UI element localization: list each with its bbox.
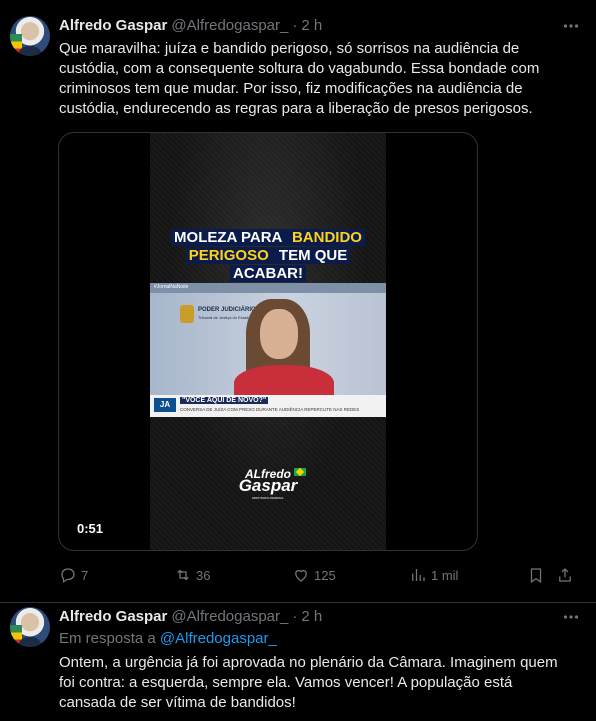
author-handle[interactable]: @Alfredogaspar_	[171, 17, 288, 34]
clip-top-bar: #JornalNaNoite	[150, 283, 386, 293]
reply-handle-link[interactable]: @Alfredogaspar_	[160, 630, 277, 647]
like-count: 125	[314, 567, 336, 583]
headline-part: BANDIDO	[288, 229, 365, 246]
like-button[interactable]: 125	[292, 564, 336, 586]
brand-line2: Gaspar	[238, 476, 298, 495]
headline-part: MOLEZA PARA	[171, 229, 289, 246]
tweet[interactable]: Alfredo Gaspar @Alfredogaspar_ · 2 h Em …	[0, 603, 596, 721]
brand-logo: ALfredo Gaspar DEPUTADO FEDERAL	[228, 468, 308, 500]
clip-tag: #JornalNaNoite	[154, 284, 189, 290]
avatar-suit	[19, 46, 41, 56]
timestamp[interactable]: 2 h	[301, 17, 322, 34]
reply-count: 7	[81, 567, 89, 583]
views-count: 1 mil	[431, 567, 459, 583]
more-options-icon[interactable]	[562, 17, 580, 35]
timestamp[interactable]: 2 h	[301, 608, 322, 625]
avatar[interactable]	[10, 607, 50, 647]
court-seal-icon	[180, 305, 194, 323]
retweet-count: 36	[196, 567, 211, 583]
retweet-button[interactable]: 36	[174, 564, 210, 586]
views-icon	[412, 569, 425, 581]
author-name[interactable]: Alfredo Gaspar	[59, 17, 167, 34]
tweet[interactable]: Alfredo Gaspar @Alfredogaspar_ · 2 h Que…	[0, 0, 596, 603]
headline-part: PERIGOSO	[185, 247, 272, 264]
clip-caption: "VOCÊ AQUI DE NOVO?"	[180, 397, 269, 404]
reply-icon	[61, 568, 75, 583]
separator-dot: ·	[292, 16, 298, 34]
more-options-icon[interactable]	[562, 608, 580, 626]
share-icon	[559, 568, 571, 582]
reply-button[interactable]: 7	[59, 564, 88, 586]
heart-icon	[295, 569, 307, 582]
tweet-text: Ontem, a urgência já foi aprovada no ple…	[59, 654, 558, 711]
author-name[interactable]: Alfredo Gaspar	[59, 608, 167, 625]
video-frame[interactable]: MOLEZA PARA BANDIDO PERIGOSO TEM QUE ACA…	[150, 133, 386, 550]
retweet-icon	[177, 569, 189, 581]
tweet-header: Alfredo Gaspar @Alfredogaspar_ · 2 h	[59, 15, 322, 35]
judge-figure	[234, 299, 334, 405]
avatar-suit	[19, 637, 41, 647]
headline-part: TEM QUE	[271, 247, 351, 264]
video-headline: MOLEZA PARA BANDIDO PERIGOSO TEM QUE ACA…	[150, 229, 386, 283]
avatar[interactable]	[10, 16, 50, 56]
news-clip: #JornalNaNoite PODER JUDICIÁRIO Tribunal…	[150, 283, 386, 417]
reply-prefix: Em resposta a	[59, 630, 156, 647]
share-button[interactable]	[556, 564, 574, 586]
author-handle[interactable]: @Alfredogaspar_	[171, 608, 288, 625]
video-player[interactable]: MOLEZA PARA BANDIDO PERIGOSO TEM QUE ACA…	[58, 132, 478, 551]
clip-lower-third: JA "VOCÊ AQUI DE NOVO?" CONVERSA DE JUÍZ…	[150, 395, 386, 417]
views-button[interactable]: 1 mil	[409, 564, 458, 586]
reply-context: Em resposta a @Alfredogaspar_	[59, 630, 277, 647]
clip-subcaption: CONVERSA DE JUÍZA COM PRESO DURANTE AUDI…	[180, 407, 360, 412]
tweet-header: Alfredo Gaspar @Alfredogaspar_ · 2 h	[59, 606, 322, 626]
video-duration: 0:51	[71, 519, 110, 538]
tweet-actions: 7 36 125 1 mil	[59, 564, 579, 586]
bookmark-icon	[530, 568, 542, 583]
tweet-text: Que maravilha: juíza e bandido perigoso,…	[59, 40, 540, 117]
headline-part: ACABAR!	[230, 265, 306, 282]
separator-dot: ·	[292, 607, 298, 625]
bookmark-button[interactable]	[527, 564, 545, 586]
news-logo: JA	[154, 398, 176, 412]
brazil-flag-icon	[294, 468, 306, 476]
